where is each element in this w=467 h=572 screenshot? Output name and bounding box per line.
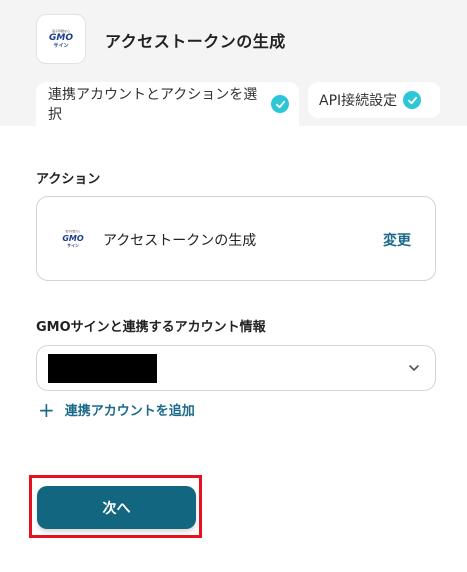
header: 電子印鑑なら GMO サイン アクセストークンの生成 連携アカウントとアクション… bbox=[0, 0, 467, 126]
tab-label: 連携アカウントとアクションを選択 bbox=[48, 87, 258, 123]
tab-account-action[interactable]: 連携アカウントとアクションを選択 bbox=[36, 82, 299, 126]
logo-product: サイン bbox=[53, 43, 69, 49]
action-section-label: アクション bbox=[36, 172, 101, 187]
next-button[interactable]: 次へ bbox=[37, 486, 196, 529]
gmo-sign-logo: 電子印鑑なら GMO サイン bbox=[36, 14, 86, 64]
gmo-sign-logo: 電子印鑑なら GMO サイン bbox=[55, 224, 91, 254]
check-icon bbox=[271, 95, 289, 113]
change-action-link[interactable]: 変更 bbox=[383, 230, 411, 250]
logo-brand: GMO bbox=[49, 33, 73, 43]
add-account-label: 連携アカウントを追加 bbox=[64, 404, 195, 419]
page-title: アクセストークンの生成 bbox=[105, 32, 286, 51]
action-name: アクセストークンの生成 bbox=[103, 233, 257, 249]
logo-brand: GMO bbox=[62, 234, 84, 243]
account-select[interactable] bbox=[36, 345, 436, 391]
account-section-label: GMOサインと連携するアカウント情報 bbox=[36, 320, 266, 335]
tab-label: API接続設定 bbox=[319, 93, 398, 109]
highlight-box: 次へ bbox=[29, 475, 202, 538]
tab-api-settings[interactable]: API接続設定 bbox=[308, 82, 440, 118]
action-card: 電子印鑑なら GMO サイン アクセストークンの生成 変更 bbox=[36, 196, 436, 281]
check-icon bbox=[403, 91, 422, 109]
chevron-down-icon bbox=[409, 365, 419, 371]
plus-icon: + bbox=[38, 397, 55, 422]
logo-product: サイン bbox=[67, 243, 79, 248]
add-account-link[interactable]: + 連携アカウントを追加 bbox=[38, 397, 195, 422]
redacted-account-value bbox=[48, 354, 157, 383]
